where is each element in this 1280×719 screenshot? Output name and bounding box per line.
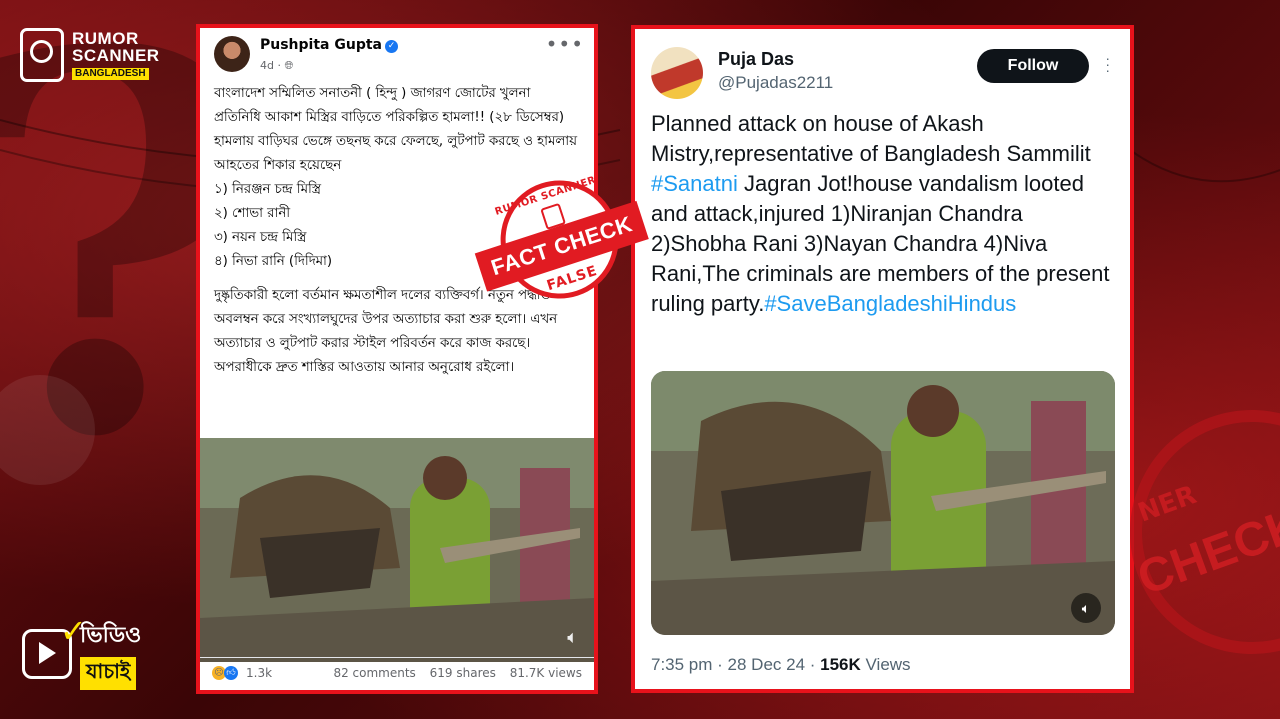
author-name[interactable]: Pushpita Gupta ✓	[260, 37, 398, 53]
like-reaction-icon: 👍︎	[224, 666, 238, 680]
post-header: Pushpita Gupta ✓ 4d · 🌐︎ •••	[200, 28, 594, 78]
tweet-video[interactable]: 🔈︎	[651, 371, 1115, 635]
globe-icon: 🌐︎	[284, 59, 294, 72]
logo-line2: SCANNER	[72, 46, 160, 65]
checkmark-icon: ✓	[60, 612, 87, 650]
avatar[interactable]	[651, 47, 703, 99]
post-paragraph: বাংলাদেশ সম্মিলিত সনাতনী ( হিন্দু ) জাগর…	[214, 86, 565, 125]
logo-line3: BANGLADESH	[72, 68, 149, 80]
more-options-icon[interactable]: · · ·	[1105, 51, 1110, 77]
tweet-handle[interactable]: @Pujadas2211	[718, 73, 833, 93]
logo-line1: RUMOR	[72, 29, 139, 48]
post-meta: 4d · 🌐︎	[260, 59, 294, 72]
reactions[interactable]: ☹ 👍︎ 1.3k	[212, 666, 272, 680]
post-paragraph: হামলায় বাড়িঘর ভেঙ্গে তছনছ করে ফেলছে, ল…	[214, 134, 577, 173]
post-video[interactable]: 🔈︎	[200, 438, 594, 662]
tweet-views-label: Views	[860, 655, 911, 674]
post-age: 4d	[260, 59, 274, 72]
video-jachai-logo: ✓ ভিডিও যাচাই	[22, 612, 142, 690]
tweet-views-count: 156K	[820, 655, 861, 674]
tweet-author-name[interactable]: Puja Das	[718, 49, 794, 70]
video-frame	[651, 371, 1115, 635]
avatar[interactable]	[214, 36, 250, 72]
tweet-text: Planned attack on house of Akash Mistry,…	[651, 109, 1121, 319]
phone-scan-icon	[20, 28, 64, 82]
verified-icon: ✓	[384, 40, 398, 53]
post-footer: ☹ 👍︎ 1.3k 82 comments 619 shares 81.7K v…	[200, 657, 594, 690]
tweet-time[interactable]: 7:35 pm · 28 Dec 24 ·	[651, 655, 820, 674]
follow-button[interactable]: Follow	[977, 49, 1089, 83]
tweet-timestamp: 7:35 pm · 28 Dec 24 · 156K Views	[651, 655, 911, 675]
bg-stamp-arc: NER	[1134, 480, 1201, 529]
yachai-top: ভিডিও	[80, 623, 142, 648]
rumor-scanner-logo: RUMOR SCANNER BANGLADESH	[20, 28, 160, 82]
comments-count[interactable]: 82 comments	[333, 666, 415, 680]
tweet-card: Puja Das @Pujadas2211 Follow · · · Planned…	[631, 25, 1134, 693]
tweet-text-part: Planned attack on house of Akash Mistry,…	[651, 111, 1091, 166]
hashtag-link[interactable]: #SaveBangladeshiHindus	[764, 291, 1016, 316]
yachai-bottom: যাচাই	[80, 657, 137, 690]
volume-icon[interactable]: 🔈︎	[567, 627, 578, 648]
views-count: 81.7K views	[509, 666, 582, 680]
post-stats: 82 comments 619 shares 81.7K views	[323, 666, 582, 680]
facebook-post-card: Pushpita Gupta ✓ 4d · 🌐︎ ••• বাংলাদেশ সম্…	[196, 24, 598, 694]
reaction-count: 1.3k	[246, 666, 273, 680]
shares-count[interactable]: 619 shares	[430, 666, 496, 680]
hashtag-link[interactable]: #Sanatni	[651, 171, 738, 196]
video-frame	[200, 438, 594, 662]
volume-icon[interactable]: 🔈︎	[1071, 593, 1101, 623]
more-options-icon[interactable]: •••	[546, 32, 584, 56]
